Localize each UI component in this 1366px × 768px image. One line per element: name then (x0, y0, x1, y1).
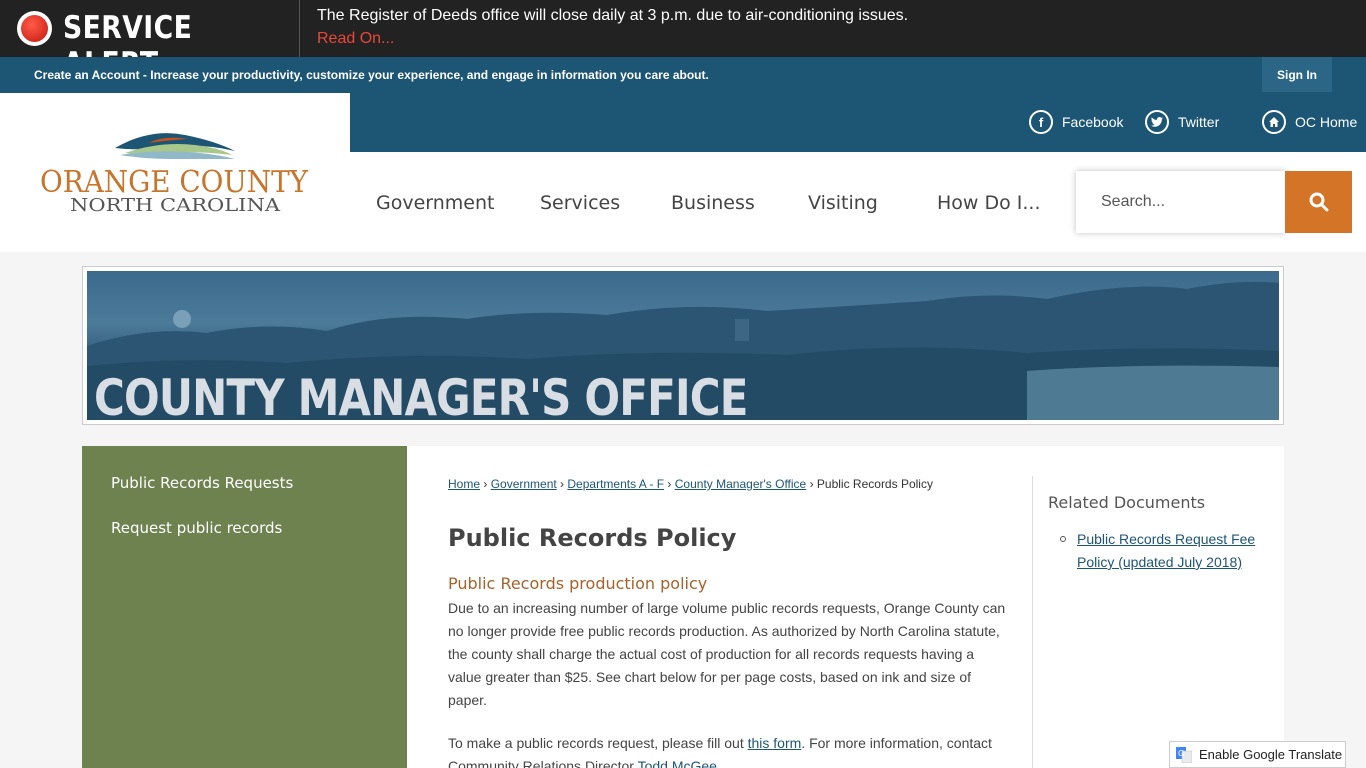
nav-business[interactable]: Business (671, 192, 755, 214)
sidebar-item-request-public-records[interactable]: Request public records (111, 519, 282, 537)
breadcrumb-county-manager[interactable]: County Manager's Office (675, 477, 806, 491)
logo-line2: NORTH CAROLINA (70, 195, 281, 216)
twitter-link[interactable]: Twitter (1145, 110, 1219, 134)
sidebar-item-public-records-requests[interactable]: Public Records Requests (111, 474, 293, 492)
policy-paragraph: Due to an increasing number of large vol… (448, 600, 1006, 708)
search-icon (1309, 192, 1328, 212)
create-account-link[interactable]: Create an Account - Increase your produc… (34, 68, 709, 82)
site-header: ORANGE COUNTY NORTH CAROLINA f Facebook … (0, 93, 1366, 252)
facebook-icon: f (1029, 110, 1053, 134)
banner-image: COUNTY MANAGER'S OFFICE (87, 271, 1279, 420)
twitter-icon (1145, 110, 1169, 134)
account-bar: Create an Account - Increase your produc… (0, 57, 1366, 93)
alert-icon (17, 11, 52, 46)
facebook-label: Facebook (1062, 114, 1124, 130)
translate-label: Enable Google Translate (1199, 747, 1343, 762)
breadcrumb: Home › Government › Departments A - F › … (448, 477, 933, 491)
page-title: Public Records Policy (448, 524, 737, 552)
content-divider (1032, 476, 1033, 768)
google-translate-icon: G (1176, 746, 1192, 763)
oc-home-label: OC Home (1295, 114, 1358, 130)
related-documents-title: Related Documents (1048, 493, 1206, 512)
social-bar: f Facebook Twitter OC Home (350, 93, 1366, 152)
main-content: Home › Government › Departments A - F › … (407, 446, 1284, 768)
alert-read-on-link[interactable]: Read On... (317, 30, 394, 48)
list-bullet (1060, 536, 1066, 542)
home-icon (1262, 110, 1286, 134)
oc-home-link[interactable]: OC Home (1262, 110, 1357, 134)
alert-header: SERVICE ALERT (0, 0, 300, 82)
sidebar: Public Records Requests Request public r… (82, 446, 407, 768)
google-translate-button[interactable]: G Enable Google Translate (1169, 741, 1346, 768)
twitter-label: Twitter (1178, 114, 1220, 130)
service-alert-bar: SERVICE ALERT The Register of Deeds offi… (0, 0, 1366, 82)
sign-in-button[interactable]: Sign In (1262, 57, 1332, 92)
facebook-link[interactable]: f Facebook (1029, 110, 1123, 134)
breadcrumb-departments[interactable]: Departments A - F (567, 477, 664, 491)
breadcrumb-current: Public Records Policy (816, 477, 933, 491)
alert-message: The Register of Deeds office will close … (317, 7, 909, 24)
request-text-1: To make a public records request, please… (448, 735, 748, 751)
breadcrumb-government[interactable]: Government (491, 477, 557, 491)
nav-government[interactable]: Government (376, 192, 495, 214)
this-form-link[interactable]: this form (748, 735, 802, 751)
nav-services[interactable]: Services (540, 192, 620, 214)
related-document-link[interactable]: Public Records Request Fee Policy (updat… (1077, 528, 1277, 574)
nav-how-do-i[interactable]: How Do I... (937, 192, 1041, 214)
search-input[interactable]: Search... (1076, 171, 1285, 233)
request-paragraph: To make a public records request, please… (448, 732, 1008, 768)
todd-mcgee-link[interactable]: Todd McGee (638, 758, 717, 768)
banner-frame: COUNTY MANAGER'S OFFICE (82, 266, 1284, 425)
svg-text:G: G (1178, 749, 1184, 758)
nav-visiting[interactable]: Visiting (808, 192, 878, 214)
breadcrumb-home[interactable]: Home (448, 477, 480, 491)
search-button[interactable] (1285, 171, 1352, 233)
site-logo[interactable]: ORANGE COUNTY NORTH CAROLINA (0, 93, 350, 252)
banner-title: COUNTY MANAGER'S OFFICE (94, 369, 748, 420)
section-heading: Public Records production policy (448, 574, 708, 593)
logo-graphic: ORANGE COUNTY NORTH CAROLINA (40, 133, 309, 216)
